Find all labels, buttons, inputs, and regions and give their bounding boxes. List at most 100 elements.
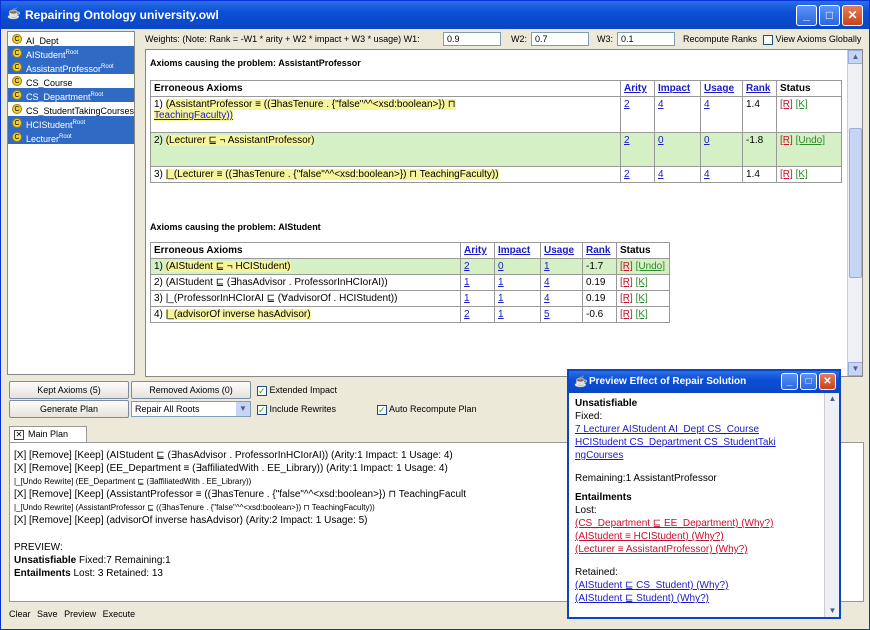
col-impact[interactable]: Impact — [494, 242, 541, 259]
remove-link[interactable]: [R] — [620, 277, 633, 288]
dialog-scrollbar[interactable]: ▲ ▼ — [824, 393, 839, 617]
chevron-down-icon[interactable]: ▼ — [236, 402, 250, 416]
auto-recompute-checkbox[interactable] — [377, 404, 387, 416]
minimize-button[interactable]: _ — [796, 5, 817, 26]
remove-link[interactable]: [R] — [620, 261, 633, 272]
impact-value[interactable]: 4 — [654, 96, 701, 133]
remove-link[interactable]: [R] — [780, 169, 793, 180]
scroll-thumb[interactable] — [849, 128, 862, 278]
axiom-text[interactable]: (AIStudent ⊑ ¬ HCIStudent) — [165, 261, 291, 272]
dialog-minimize-button[interactable]: _ — [781, 373, 798, 390]
impact-value[interactable]: 1 — [494, 306, 541, 323]
tree-item-hcistudent[interactable]: C HCIStudentRoot — [8, 116, 134, 130]
usage-value[interactable]: 4 — [700, 96, 743, 133]
keep-link[interactable]: [K] — [636, 277, 648, 288]
kept-axioms-button[interactable]: Kept Axioms (5) — [9, 381, 129, 399]
arity-value[interactable]: 2 — [620, 96, 655, 133]
remove-link[interactable]: [R] — [780, 135, 793, 146]
close-tab-icon[interactable]: ✕ — [14, 430, 24, 440]
arity-value[interactable]: 1 — [460, 274, 495, 291]
fixed-classes[interactable]: HCIStudent CS_Department CS_StudentTaki — [575, 436, 819, 449]
usage-value[interactable]: 5 — [540, 306, 583, 323]
usage-value[interactable]: 4 — [540, 274, 583, 291]
axiom-text[interactable]: (Lecturer ⊑ ¬ AssistantProfessor) — [165, 135, 315, 146]
tree-item-cs-department[interactable]: C CS_DepartmentRoot — [8, 88, 134, 102]
w2-input[interactable]: 0.7 — [531, 32, 589, 46]
save-button[interactable]: Save — [37, 609, 58, 619]
arity-value[interactable]: 2 — [620, 132, 655, 167]
impact-value[interactable]: 1 — [494, 290, 541, 307]
arity-value[interactable]: 1 — [460, 290, 495, 307]
remove-link[interactable]: [R] — [620, 293, 633, 304]
arity-value[interactable]: 2 — [460, 306, 495, 323]
axioms-scrollbar[interactable]: ▲ ▼ — [847, 50, 862, 376]
recompute-ranks-button[interactable]: Recompute Ranks — [683, 31, 757, 47]
usage-value[interactable]: 4 — [540, 290, 583, 307]
scroll-down-icon[interactable]: ▼ — [848, 362, 862, 376]
col-arity[interactable]: Arity — [460, 242, 495, 259]
arity-value[interactable]: 2 — [620, 166, 655, 183]
tree-item-ai-dept[interactable]: C AI_Dept — [8, 32, 134, 46]
impact-value[interactable]: 0 — [654, 132, 701, 167]
keep-link[interactable]: [K] — [636, 293, 648, 304]
undo-link[interactable]: [Undo] — [636, 261, 665, 272]
clear-button[interactable]: Clear — [9, 609, 31, 619]
usage-value[interactable]: 1 — [540, 258, 583, 275]
removed-axioms-button[interactable]: Removed Axioms (0) — [131, 381, 251, 399]
impact-value[interactable]: 1 — [494, 274, 541, 291]
keep-link[interactable]: [K] — [636, 309, 648, 320]
generate-plan-button[interactable]: Generate Plan — [9, 400, 129, 418]
remove-link[interactable]: [R] — [620, 309, 633, 320]
keep-link[interactable]: [K] — [796, 99, 808, 110]
close-button[interactable]: ✕ — [842, 5, 863, 26]
col-usage[interactable]: Usage — [540, 242, 583, 259]
fixed-classes[interactable]: 7 Lecturer AIStudent AI_Dept CS_Course — [575, 423, 819, 436]
w3-input[interactable]: 0.1 — [617, 32, 675, 46]
retained-entailment[interactable]: (AIStudent ⊑ Student) (Why?) — [575, 592, 819, 605]
fixed-classes[interactable]: ngCourses — [575, 449, 819, 462]
lost-entailment[interactable]: (CS_Department ⊑ EE_Department) (Why?) — [575, 517, 819, 530]
col-rank[interactable]: Rank — [742, 80, 777, 97]
impact-value[interactable]: 0 — [494, 258, 541, 275]
axiom-text[interactable]: (AIStudent ⊑ (∃hasAdvisor . ProfessorInH… — [166, 277, 388, 288]
maximize-button[interactable]: □ — [819, 5, 840, 26]
repair-roots-select[interactable]: Repair All Roots ▼ — [131, 401, 251, 417]
col-impact[interactable]: Impact — [654, 80, 701, 97]
axiom-text[interactable]: |_(Lecturer ≡ ((∃hasTenure . {"false"^^<… — [165, 169, 499, 180]
preview-button[interactable]: Preview — [64, 609, 96, 619]
extended-impact-checkbox[interactable] — [257, 385, 267, 397]
usage-value[interactable]: 4 — [700, 166, 743, 183]
dialog-close-button[interactable]: ✕ — [819, 373, 836, 390]
col-usage[interactable]: Usage — [700, 80, 743, 97]
tree-item-aistudent[interactable]: C AIStudentRoot — [8, 46, 134, 60]
include-rewrites-checkbox[interactable] — [257, 404, 267, 416]
scroll-up-icon[interactable]: ▲ — [825, 393, 840, 405]
tree-item-lecturer[interactable]: C LecturerRoot — [8, 130, 134, 144]
lost-entailment[interactable]: (AIStudent ≡ HCIStudent) (Why?) — [575, 530, 819, 543]
view-globally-checkbox[interactable] — [763, 34, 773, 45]
dialog-maximize-button[interactable]: □ — [800, 373, 817, 390]
lost-entailment[interactable]: (Lecturer ≡ AssistantProfessor) (Why?) — [575, 543, 819, 556]
col-arity[interactable]: Arity — [620, 80, 655, 97]
retained-entailment[interactable]: (AIStudent ⊑ CS_Student) (Why?) — [575, 579, 819, 592]
tree-item-cs-course[interactable]: C CS_Course — [8, 74, 134, 88]
scroll-down-icon[interactable]: ▼ — [825, 605, 840, 617]
remaining-classes[interactable]: Remaining:1 AssistantProfessor — [575, 472, 819, 485]
axiom-text[interactable]: (AssistantProfessor ≡ ((∃hasTenure . {"f… — [165, 99, 456, 110]
col-rank[interactable]: Rank — [582, 242, 617, 259]
axiom-text[interactable]: |_(advisorOf inverse hasAdvisor) — [165, 309, 311, 320]
usage-value[interactable]: 0 — [700, 132, 743, 167]
tree-item-assistantprofessor[interactable]: C AssistantProfessorRoot — [8, 60, 134, 74]
scroll-up-icon[interactable]: ▲ — [848, 50, 862, 64]
impact-value[interactable]: 4 — [654, 166, 701, 183]
arity-value[interactable]: 2 — [460, 258, 495, 275]
undo-link[interactable]: [Undo] — [796, 135, 825, 146]
execute-button[interactable]: Execute — [103, 609, 136, 619]
w1-input[interactable]: 0.9 — [443, 32, 501, 46]
tab-main-plan[interactable]: ✕ Main Plan — [9, 426, 87, 442]
tree-item-cs-studenttakingcourses[interactable]: C CS_StudentTakingCourses — [8, 102, 134, 116]
keep-link[interactable]: [K] — [796, 169, 808, 180]
axiom-text-cont[interactable]: TeachingFaculty)) — [154, 110, 233, 121]
remove-link[interactable]: [R] — [780, 99, 793, 110]
axiom-text[interactable]: |_(ProfessorInHCIorAI ⊑ (∀advisorOf . HC… — [166, 293, 398, 304]
